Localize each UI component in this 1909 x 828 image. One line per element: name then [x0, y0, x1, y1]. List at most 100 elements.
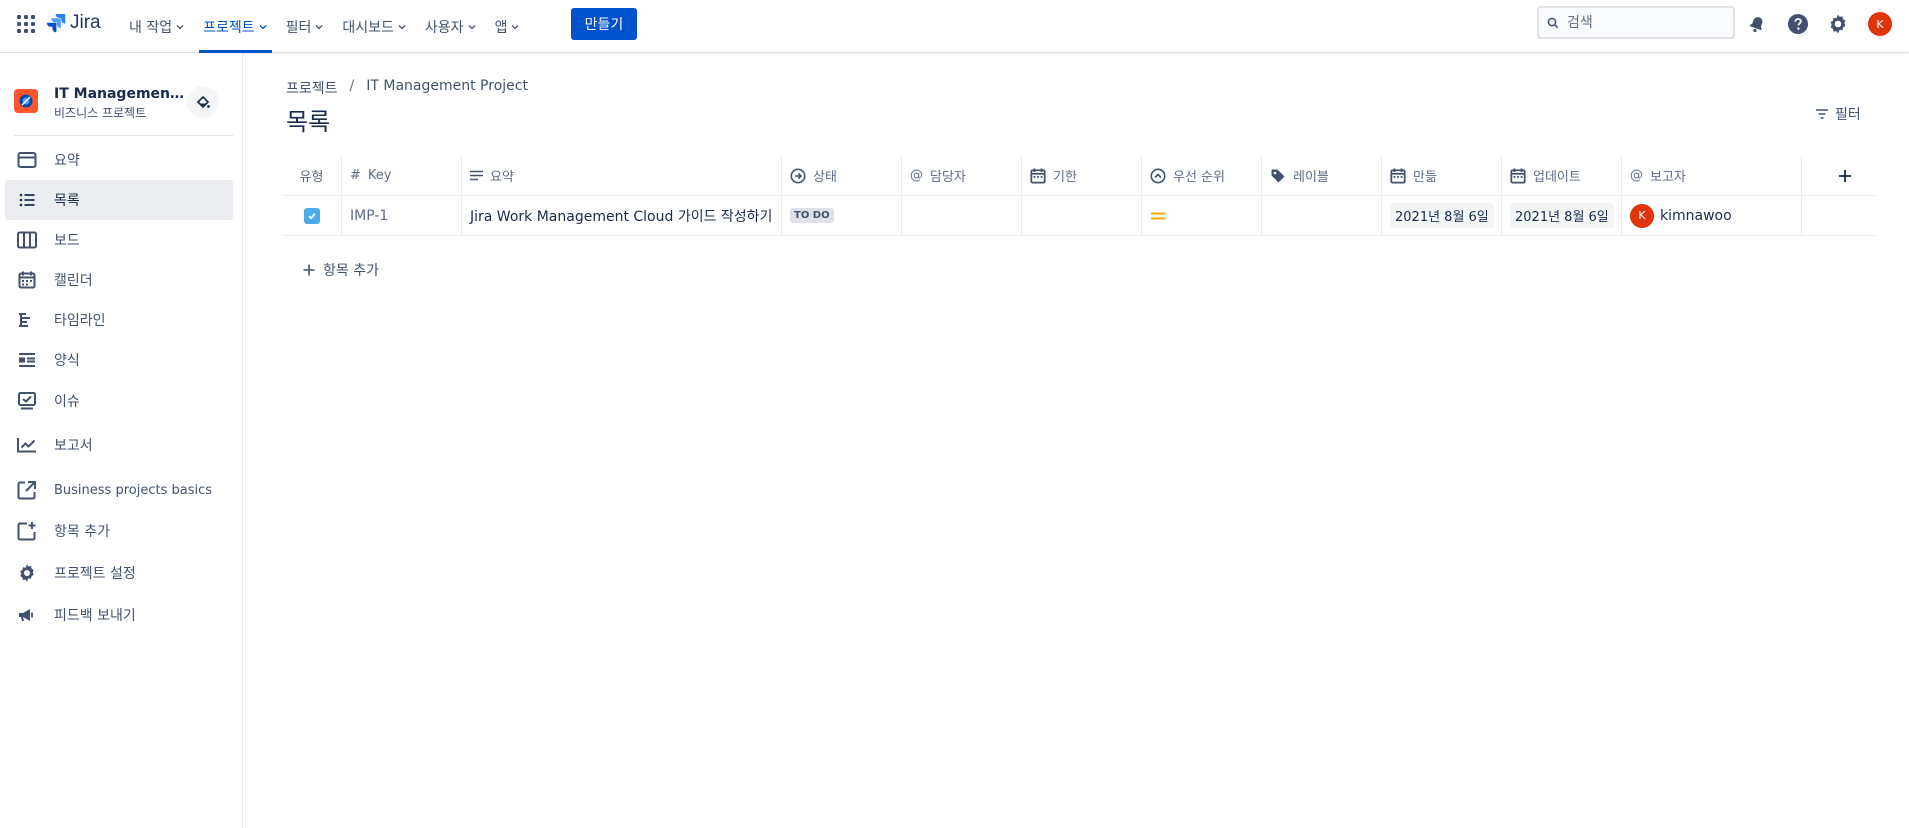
- notifications-icon[interactable]: [1745, 12, 1769, 36]
- page-title: 목록: [286, 108, 331, 136]
- nav-label: 필터: [285, 19, 312, 36]
- column-header-summary[interactable]: 요약: [462, 156, 782, 195]
- column-label: 상태: [813, 170, 837, 185]
- list-icon: [15, 188, 39, 212]
- plus-icon: [1839, 169, 1851, 182]
- sidebar-item-label: 피드백 보내기: [54, 608, 136, 624]
- column-label: 우선 순위: [1173, 170, 1225, 185]
- reports-icon: [15, 433, 39, 457]
- sidebar-item-label: 목록: [54, 193, 80, 209]
- gear-icon: [1830, 14, 1846, 34]
- issue-summary[interactable]: Jira Work Management Cloud 가이드 작성하기: [470, 206, 772, 226]
- status-badge[interactable]: TO DO: [790, 208, 834, 223]
- filter-label: 필터: [1835, 107, 1861, 123]
- sidebar-item-add-item[interactable]: 항목 추가: [5, 511, 233, 551]
- sidebar-item-label: 양식: [54, 353, 80, 369]
- column-header-status[interactable]: 상태: [782, 156, 902, 195]
- sidebar-item-feedback[interactable]: 피드백 보내기: [5, 595, 233, 635]
- project-sidebar: IT Management... 비즈니스 프로젝트 요약 목록 보드 캘린더 …: [0, 53, 243, 828]
- issue-key[interactable]: IMP-1: [350, 208, 388, 224]
- reporter-avatar: K: [1630, 203, 1654, 228]
- chevron-down-icon: [398, 24, 406, 29]
- hash-icon: #: [350, 168, 361, 183]
- settings-gear-icon[interactable]: [1826, 12, 1850, 36]
- nav-projects[interactable]: 프로젝트: [196, 0, 275, 53]
- chevron-down-icon: [259, 24, 267, 29]
- sidebar-item-project-settings[interactable]: 프로젝트 설정: [5, 553, 233, 593]
- sidebar-item-business-basics[interactable]: Business projects basics: [5, 470, 233, 510]
- nav-people[interactable]: 사용자: [418, 0, 484, 53]
- sidebar-item-list[interactable]: 목록: [5, 180, 233, 220]
- issue-reporter-cell[interactable]: K kimnawoo: [1622, 196, 1802, 235]
- project-theme-button[interactable]: [187, 86, 219, 118]
- primary-nav: 내 작업 프로젝트 필터 대시보드 사용자 앱: [122, 0, 531, 53]
- search-input[interactable]: [1567, 14, 1717, 31]
- settings-icon: [15, 561, 39, 585]
- column-header-labels[interactable]: 레이블: [1262, 156, 1382, 195]
- sidebar-item-calendar[interactable]: 캘린더: [5, 260, 233, 300]
- column-label: 보고자: [1650, 170, 1686, 185]
- project-avatar-icon: [14, 89, 38, 113]
- jira-logo[interactable]: Jira: [46, 12, 101, 34]
- tag-icon: [1270, 168, 1286, 184]
- project-header[interactable]: IT Management... 비즈니스 프로젝트: [14, 86, 234, 126]
- user-avatar[interactable]: K: [1868, 12, 1892, 36]
- issues-icon: [15, 389, 39, 413]
- nav-label: 프로젝트: [203, 19, 255, 36]
- nav-filters[interactable]: 필터: [279, 0, 332, 53]
- column-header-created[interactable]: 만듦: [1382, 156, 1502, 195]
- column-header-type[interactable]: 유형: [282, 156, 342, 195]
- issue-due-cell[interactable]: [1022, 196, 1142, 235]
- breadcrumb-projects-link[interactable]: 프로젝트: [286, 78, 338, 98]
- create-button[interactable]: 만들기: [571, 8, 637, 40]
- reporter-name: kimnawoo: [1660, 207, 1732, 224]
- issue-key-cell[interactable]: IMP-1: [342, 196, 462, 235]
- app-switcher-icon[interactable]: [16, 14, 36, 34]
- sidebar-item-reports[interactable]: 보고서: [5, 425, 233, 465]
- summary-icon: [15, 148, 39, 172]
- breadcrumb-project-link[interactable]: IT Management Project: [366, 78, 528, 98]
- sidebar-item-label: 항목 추가: [54, 524, 110, 540]
- issue-assignee-cell[interactable]: [902, 196, 1022, 235]
- column-label: 기한: [1053, 170, 1077, 185]
- issue-summary-cell[interactable]: Jira Work Management Cloud 가이드 작성하기: [462, 196, 782, 235]
- jira-logo-icon: [46, 14, 66, 33]
- sidebar-item-summary[interactable]: 요약: [5, 140, 233, 180]
- column-header-priority[interactable]: 우선 순위: [1142, 156, 1262, 195]
- issue-status-cell[interactable]: TO DO: [782, 196, 902, 235]
- help-icon[interactable]: [1786, 12, 1810, 36]
- sidebar-item-label: 프로젝트 설정: [54, 566, 136, 582]
- sidebar-item-label: 캘린더: [54, 273, 93, 289]
- column-header-key[interactable]: # Key: [342, 156, 462, 195]
- column-header-updated[interactable]: 업데이트: [1502, 156, 1622, 195]
- table-header: 유형 # Key 요약 상태 @ 담당자 기한 우선 순위 레이블 만듦 업데이…: [282, 156, 1876, 196]
- column-header-reporter[interactable]: @ 보고자: [1622, 156, 1802, 195]
- filter-button[interactable]: 필터: [1815, 104, 1861, 124]
- status-arrow-icon: [790, 168, 806, 184]
- nav-label: 내 작업: [129, 19, 173, 36]
- paint-bucket-icon: [196, 95, 210, 109]
- nav-my-work[interactable]: 내 작업: [122, 0, 192, 53]
- issue-list-table: 유형 # Key 요약 상태 @ 담당자 기한 우선 순위 레이블 만듦 업데이…: [282, 156, 1876, 236]
- add-item-button[interactable]: 항목 추가: [303, 260, 379, 280]
- issue-labels-cell[interactable]: [1262, 196, 1382, 235]
- search-box[interactable]: [1537, 6, 1735, 39]
- search-icon: [1547, 17, 1559, 28]
- sidebar-item-issues[interactable]: 이슈: [5, 381, 233, 421]
- sidebar-item-label: 이슈: [54, 394, 80, 410]
- column-label: 담당자: [930, 170, 966, 185]
- sidebar-item-forms[interactable]: 양식: [5, 340, 233, 380]
- sidebar-item-timeline[interactable]: 타임라인: [5, 300, 233, 340]
- column-header-due[interactable]: 기한: [1022, 156, 1142, 195]
- issue-priority-cell[interactable]: [1142, 196, 1262, 235]
- calendar-icon: [1390, 167, 1406, 184]
- task-type-icon: [303, 207, 320, 224]
- sidebar-item-board[interactable]: 보드: [5, 220, 233, 260]
- nav-apps[interactable]: 앱: [488, 0, 528, 53]
- add-column-button[interactable]: [1802, 156, 1856, 195]
- top-navigation: Jira 내 작업 프로젝트 필터 대시보드 사용자 앱 만들기 검색 K: [0, 0, 1909, 53]
- sidebar-item-label: 보고서: [54, 438, 93, 454]
- table-row[interactable]: IMP-1 Jira Work Management Cloud 가이드 작성하…: [282, 196, 1876, 236]
- column-header-assignee[interactable]: @ 담당자: [902, 156, 1022, 195]
- nav-dashboards[interactable]: 대시보드: [335, 0, 414, 53]
